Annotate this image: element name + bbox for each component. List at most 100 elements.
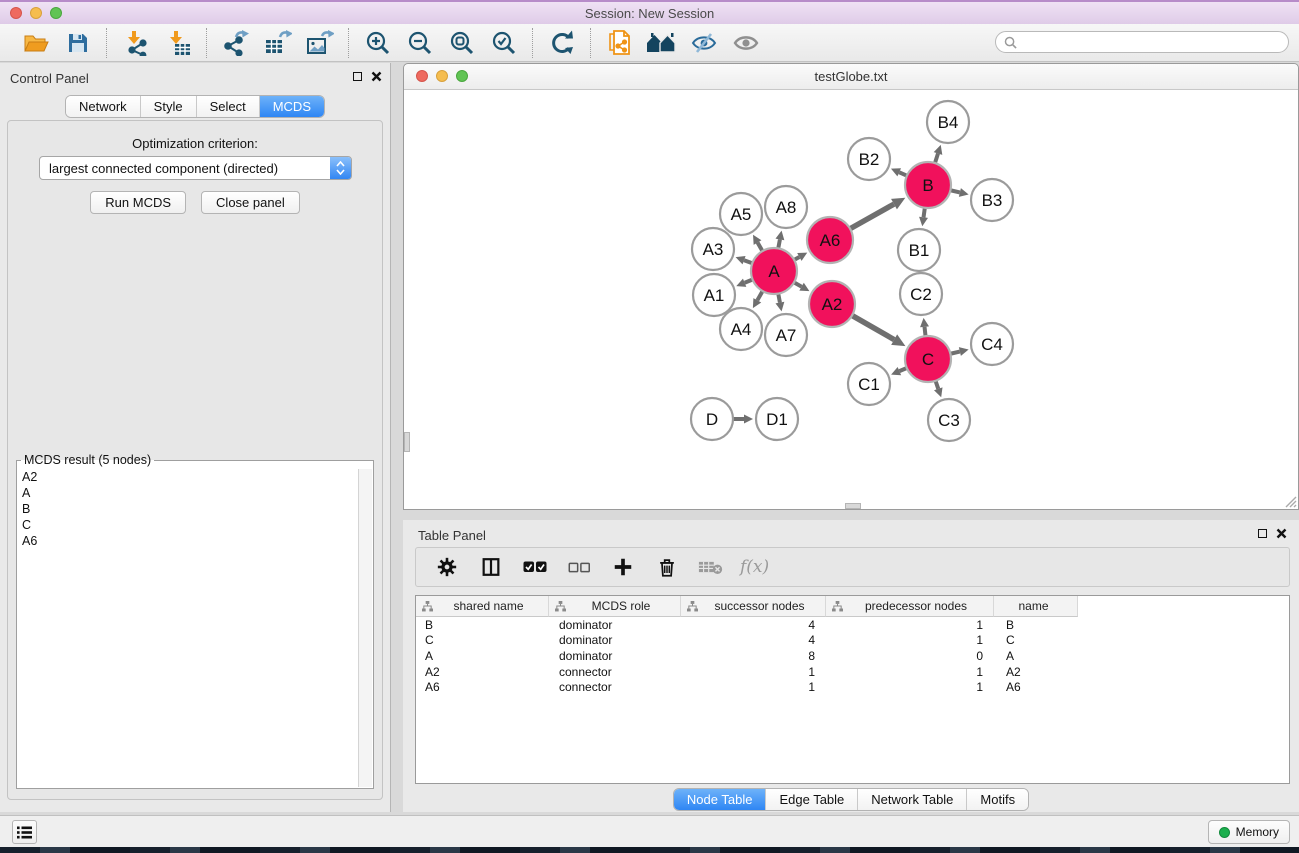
export-image-button[interactable]: [302, 27, 338, 59]
resize-grip-icon[interactable]: [1282, 493, 1297, 508]
tab-edge-table[interactable]: Edge Table: [765, 789, 857, 810]
column-header-successor-nodes[interactable]: successor nodes: [681, 596, 826, 617]
graph-node-C3[interactable]: C3: [928, 399, 970, 441]
table-row[interactable]: Bdominator41B: [416, 617, 1289, 633]
graph-node-A7[interactable]: A7: [765, 314, 807, 356]
zoom-out-button[interactable]: [402, 27, 438, 59]
graph-node-A1[interactable]: A1: [693, 274, 735, 316]
graph-node-A2[interactable]: A2: [809, 281, 855, 327]
function-builder-button[interactable]: f(x): [740, 557, 769, 577]
graph-node-B4[interactable]: B4: [927, 101, 969, 143]
graph-node-B[interactable]: B: [905, 162, 951, 208]
graph-node-A5[interactable]: A5: [720, 193, 762, 235]
result-list-item[interactable]: B: [18, 501, 359, 517]
graph-node-B1[interactable]: B1: [898, 229, 940, 271]
export-table-button[interactable]: [260, 27, 296, 59]
graph-node-C4[interactable]: C4: [971, 323, 1013, 365]
tab-network-table[interactable]: Network Table: [857, 789, 966, 810]
graph-edge[interactable]: [852, 315, 894, 339]
result-list-item[interactable]: A: [18, 485, 359, 501]
column-header-name[interactable]: name: [994, 596, 1078, 617]
graph-edge[interactable]: [850, 204, 894, 229]
hide-selected-button[interactable]: [686, 27, 722, 59]
import-table-button[interactable]: [160, 27, 196, 59]
column-header-shared-name[interactable]: shared name: [416, 596, 549, 617]
table-row[interactable]: A2connector11A2: [416, 664, 1289, 680]
vertical-splitter-handle[interactable]: [404, 432, 410, 452]
graph-edge[interactable]: [758, 243, 763, 252]
result-list-item[interactable]: A2: [18, 469, 359, 485]
table-row[interactable]: Adominator80A: [416, 648, 1289, 664]
table-settings-button[interactable]: [432, 552, 462, 582]
unselect-all-columns-button[interactable]: [564, 552, 594, 582]
close-panel-icon[interactable]: [371, 71, 382, 82]
graph-node-C2[interactable]: C2: [900, 273, 942, 315]
graph-edge[interactable]: [899, 172, 907, 175]
graph-edge[interactable]: [924, 208, 925, 218]
graph-node-C[interactable]: C: [905, 336, 951, 382]
zoom-fit-button[interactable]: [444, 27, 480, 59]
column-header-MCDS-role[interactable]: MCDS role: [549, 596, 681, 617]
network-window-titlebar[interactable]: testGlobe.txt: [404, 64, 1298, 90]
table-row[interactable]: Cdominator41C: [416, 633, 1289, 649]
close-table-panel-icon[interactable]: [1276, 528, 1287, 539]
run-mcds-button[interactable]: Run MCDS: [90, 191, 186, 214]
tab-style[interactable]: Style: [140, 96, 196, 117]
table-row[interactable]: A6connector11A6: [416, 679, 1289, 695]
show-columns-button[interactable]: [476, 552, 506, 582]
graph-edge[interactable]: [935, 153, 938, 163]
graph-node-D1[interactable]: D1: [756, 398, 798, 440]
show-all-button[interactable]: [728, 27, 764, 59]
graph-node-A6[interactable]: A6: [807, 217, 853, 263]
tab-node-table[interactable]: Node Table: [674, 789, 766, 810]
graph-edge[interactable]: [925, 327, 926, 336]
save-session-button[interactable]: [60, 27, 96, 59]
memory-button[interactable]: Memory: [1208, 820, 1290, 844]
search-input[interactable]: [1022, 34, 1280, 50]
graph-edge[interactable]: [794, 282, 802, 286]
graph-edge[interactable]: [757, 291, 762, 300]
delete-column-button[interactable]: [652, 552, 682, 582]
graph-node-A[interactable]: A: [751, 248, 797, 294]
graph-node-B3[interactable]: B3: [971, 179, 1013, 221]
graph-edge[interactable]: [950, 352, 959, 354]
optimization-criterion-select[interactable]: largest connected component (directed): [39, 156, 352, 180]
refresh-button[interactable]: [544, 27, 580, 59]
network-canvas[interactable]: B4 B2 B B3 A8A5 A6 A3 B1 A C2 A1 A2 A4A7 C4 C C1 C3 D D1: [404, 90, 1298, 509]
result-scrollbar[interactable]: [358, 469, 372, 787]
graph-node-C1[interactable]: C1: [848, 363, 890, 405]
delete-table-button[interactable]: [696, 552, 726, 582]
tab-select[interactable]: Select: [196, 96, 259, 117]
graph-node-A8[interactable]: A8: [765, 186, 807, 228]
search-box[interactable]: [995, 31, 1289, 53]
graph-edge[interactable]: [899, 368, 906, 371]
graph-edge[interactable]: [778, 239, 780, 248]
graph-node-A4[interactable]: A4: [720, 308, 762, 350]
float-panel-icon[interactable]: [353, 72, 362, 81]
graph-edge[interactable]: [745, 280, 753, 283]
show-panels-list-button[interactable]: [12, 820, 37, 844]
close-panel-button[interactable]: Close panel: [201, 191, 300, 214]
zoom-selected-button[interactable]: [486, 27, 522, 59]
float-table-panel-icon[interactable]: [1258, 529, 1267, 538]
tab-motifs[interactable]: Motifs: [966, 789, 1028, 810]
graph-node-D[interactable]: D: [691, 398, 733, 440]
graph-edge[interactable]: [950, 190, 959, 192]
select-all-columns-button[interactable]: [520, 552, 550, 582]
create-column-button[interactable]: [608, 552, 638, 582]
column-header-predecessor-nodes[interactable]: predecessor nodes: [826, 596, 994, 617]
first-neighbors-button[interactable]: [644, 27, 680, 59]
new-network-from-selection-button[interactable]: [602, 27, 638, 59]
graph-edge[interactable]: [778, 294, 780, 303]
graph-edge[interactable]: [935, 381, 938, 389]
zoom-in-button[interactable]: [360, 27, 396, 59]
graph-node-A3[interactable]: A3: [692, 228, 734, 270]
open-session-button[interactable]: [18, 27, 54, 59]
network-graph[interactable]: B4 B2 B B3 A8A5 A6 A3 B1 A C2 A1 A2 A4A7 C4 C C1 C3 D D1: [404, 90, 1296, 509]
graph-node-B2[interactable]: B2: [848, 138, 890, 180]
horizontal-splitter-handle[interactable]: [845, 503, 861, 509]
result-list-item[interactable]: C: [18, 517, 359, 533]
result-list-item[interactable]: A6: [18, 533, 359, 549]
import-network-button[interactable]: [118, 27, 154, 59]
tab-mcds[interactable]: MCDS: [259, 96, 324, 117]
